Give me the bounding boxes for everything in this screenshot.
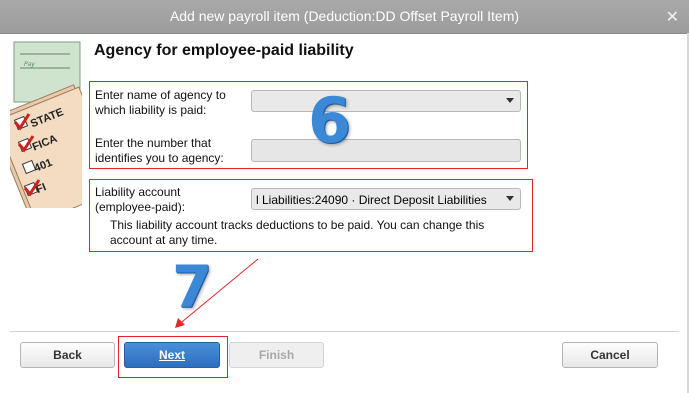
- payroll-forms-illustration: Pay STATE FICA 401 FI: [10, 40, 82, 208]
- next-button-label: Next: [158, 348, 185, 362]
- footer-divider: [10, 331, 679, 332]
- svg-text:Pay: Pay: [24, 61, 35, 68]
- back-button-label: Back: [53, 348, 82, 362]
- step-7-annotation: 7: [172, 253, 213, 321]
- back-button[interactable]: Back: [20, 342, 115, 368]
- cancel-button-label: Cancel: [590, 348, 630, 362]
- page-title: Agency for employee-paid liability: [94, 42, 354, 59]
- close-icon[interactable]: ✕: [666, 7, 679, 27]
- liability-account-dropdown[interactable]: l Liabilities:24090 · Direct Deposit Lia…: [251, 188, 521, 210]
- finish-button: Finish: [229, 342, 324, 368]
- title-bar: Add new payroll item (Deduction:DD Offse…: [0, 0, 689, 34]
- cancel-button[interactable]: Cancel: [562, 342, 658, 368]
- window-title: Add new payroll item (Deduction:DD Offse…: [169, 8, 520, 24]
- next-button[interactable]: Next: [124, 342, 220, 368]
- agency-name-label: Enter name of agency to which liability …: [95, 88, 226, 117]
- finish-button-label: Finish: [258, 348, 295, 362]
- step-6-annotation: 6: [308, 84, 352, 157]
- agency-name-dropdown[interactable]: [251, 90, 521, 112]
- agency-number-label: Enter the number that identifies you to …: [95, 136, 224, 165]
- agency-number-field[interactable]: [251, 139, 521, 162]
- chevron-down-icon: [506, 196, 514, 201]
- liability-help-text: This liability account tracks deductions…: [110, 218, 485, 247]
- liability-account-value: l Liabilities:24090 · Direct Deposit Lia…: [256, 193, 487, 207]
- chevron-down-icon: [506, 98, 514, 103]
- liability-account-label: Liability account (employee-paid):: [95, 185, 186, 214]
